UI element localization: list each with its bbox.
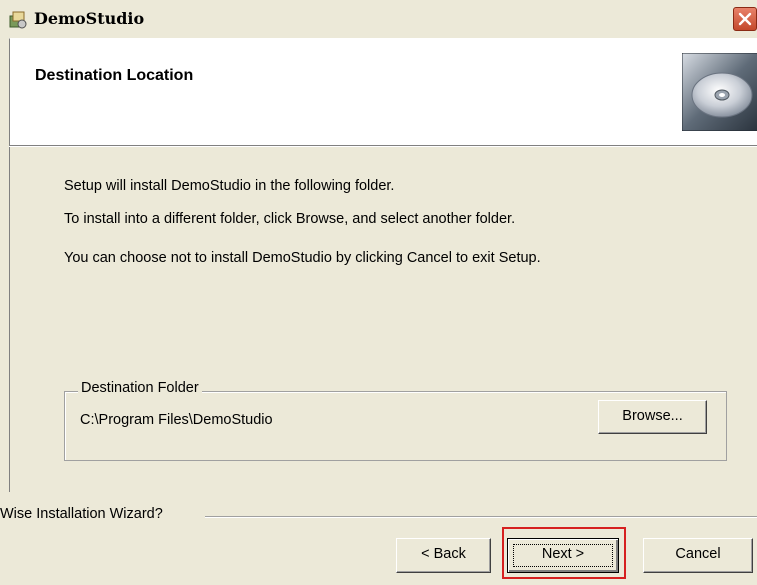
cancel-button-label: Cancel [675,546,721,562]
footer-separator [205,516,757,518]
back-button[interactable]: < Back [396,538,491,573]
page-title: Destination Location [35,67,194,84]
header-panel: Destination Location [9,38,757,145]
close-icon [738,12,752,26]
window-title: DemoStudio [34,9,145,28]
next-button-highlight [502,527,626,579]
browse-button-label: Browse... [622,408,683,424]
back-button-label: < Back [421,546,466,562]
installer-app-icon [9,11,27,29]
destination-folder-legend: Destination Folder [78,380,202,396]
installer-window: DemoStudio Destination Location Setup wi… [0,0,757,585]
instruction-line-3: You can choose not to install DemoStudio… [64,250,541,266]
cancel-button[interactable]: Cancel [643,538,753,573]
wizard-brand-label: Wise Installation Wizard? [0,506,169,522]
title-bar[interactable]: DemoStudio [0,0,757,38]
browse-button[interactable]: Browse... [598,400,707,434]
close-button[interactable] [733,7,757,31]
instruction-line-1: Setup will install DemoStudio in the fol… [64,178,395,194]
instruction-line-2: To install into a different folder, clic… [64,211,516,227]
body-edge [9,147,10,492]
header-separator [9,145,757,147]
cd-disc-icon [682,53,757,131]
destination-path: C:\Program Files\DemoStudio [80,412,273,428]
